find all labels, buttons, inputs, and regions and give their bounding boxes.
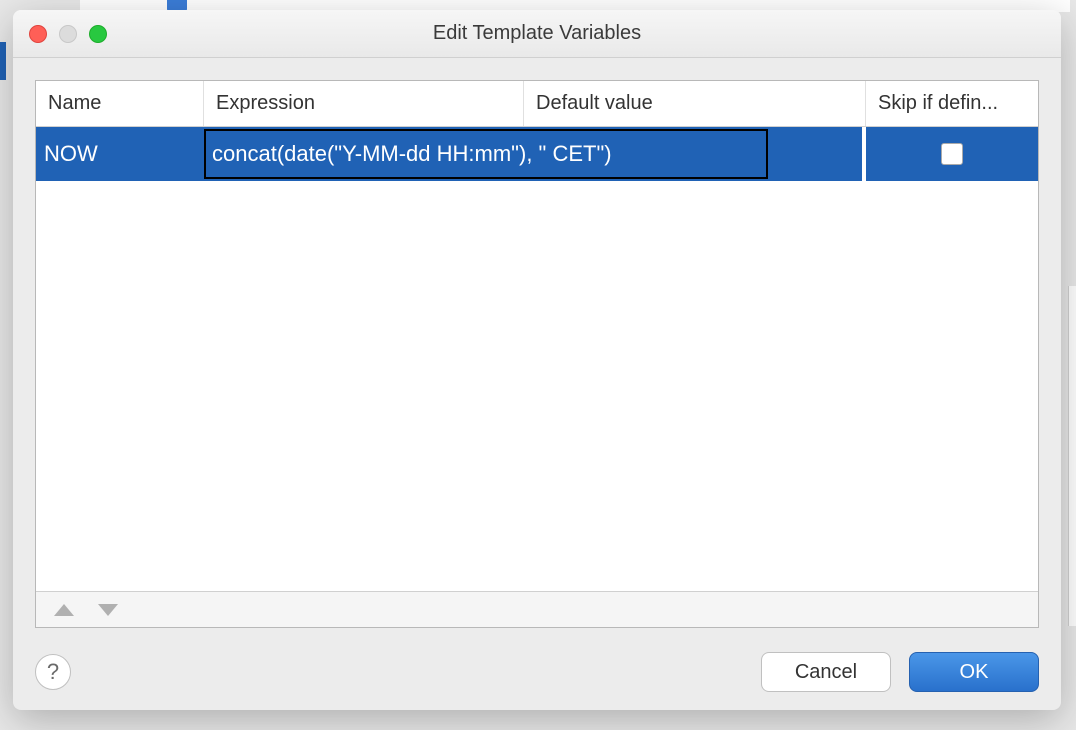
button-bar: ? Cancel OK [35,628,1039,692]
column-header-name[interactable]: Name [36,81,204,126]
titlebar[interactable]: Edit Template Variables [13,10,1061,58]
zoom-window-button[interactable] [89,25,107,43]
window-title: Edit Template Variables [13,22,1061,45]
minimize-window-button [59,25,77,43]
ok-button[interactable]: OK [909,652,1039,692]
cell-default[interactable] [770,127,866,181]
traffic-lights [13,25,107,43]
table-toolbar [36,591,1038,627]
table-header: Name Expression Default value Skip if de… [36,81,1038,127]
table-body: NOW concat(date("Y-MM-dd HH:mm"), " CET"… [36,127,1038,591]
table-row[interactable]: NOW concat(date("Y-MM-dd HH:mm"), " CET"… [36,127,1038,181]
column-header-default[interactable]: Default value [524,81,866,126]
cell-skip[interactable] [866,127,1038,181]
cell-name[interactable]: NOW [36,127,204,181]
move-up-icon[interactable] [54,604,74,616]
column-header-expression[interactable]: Expression [204,81,524,126]
move-down-icon[interactable] [98,604,118,616]
close-window-button[interactable] [29,25,47,43]
column-header-skip[interactable]: Skip if defin... [866,81,1038,126]
background-fragment [1068,286,1076,626]
variables-table: Name Expression Default value Skip if de… [35,80,1039,628]
help-button[interactable]: ? [35,654,71,690]
dialog-window: Edit Template Variables Name Expression … [13,10,1061,710]
cell-expression-editor[interactable]: concat(date("Y-MM-dd HH:mm"), " CET") [204,129,768,179]
background-fragment [0,42,6,80]
dialog-body: Name Expression Default value Skip if de… [13,58,1061,710]
skip-checkbox[interactable] [941,143,963,165]
cancel-button[interactable]: Cancel [761,652,891,692]
